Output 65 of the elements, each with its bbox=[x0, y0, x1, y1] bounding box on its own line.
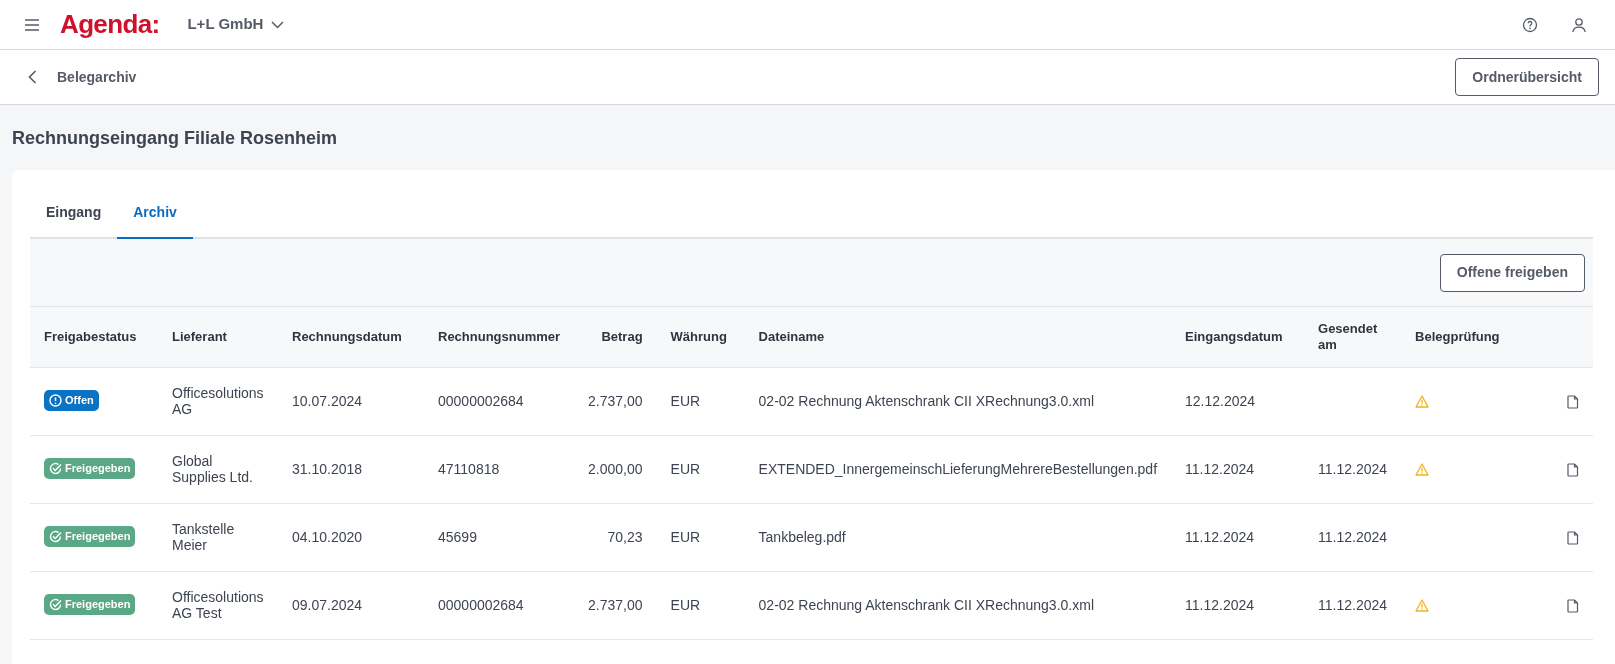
filename-cell: 02-02 Rechnung Aktenschrank CII XRechnung3.0.xml bbox=[758, 393, 1094, 409]
received-date-cell: 11.12.2024 bbox=[1185, 597, 1255, 613]
tab[interactable]: Eingang bbox=[30, 188, 118, 239]
company-selector[interactable]: L+L GmbH bbox=[187, 13, 285, 36]
sent-date-cell: 11.12.2024 bbox=[1318, 597, 1388, 613]
amount-cell: 2.737,00 bbox=[588, 597, 643, 613]
user-icon[interactable] bbox=[1571, 16, 1587, 33]
column-header: Betrag bbox=[574, 307, 657, 367]
help-icon[interactable] bbox=[1522, 16, 1538, 33]
invoice-date-cell: 10.07.2024 bbox=[292, 393, 363, 409]
invoice-number-cell: 00000002684 bbox=[438, 597, 524, 613]
filename-cell: Tankbeleg.pdf bbox=[758, 529, 846, 545]
approve-open-button[interactable]: Offene freigeben bbox=[1439, 253, 1585, 292]
status-badge: Offen bbox=[44, 389, 99, 411]
supplier-cell: Tankstelle Meier bbox=[172, 521, 235, 553]
folder-overview-button[interactable]: Ordnerübersicht bbox=[1455, 58, 1599, 96]
column-header: Gesendet am bbox=[1304, 307, 1402, 367]
check-circle-icon bbox=[49, 461, 62, 475]
column-header: Belegprüfung bbox=[1401, 307, 1522, 367]
filename-cell: EXTENDED_InnergemeinschLieferungMehrereBestellungen.pdf bbox=[758, 461, 1158, 477]
info-icon bbox=[49, 393, 62, 407]
document-icon[interactable] bbox=[1567, 598, 1579, 613]
invoice-date-cell: 04.10.2020 bbox=[292, 529, 363, 545]
column-header: Rechnungsnummer bbox=[424, 307, 575, 367]
sent-date-cell: 11.12.2024 bbox=[1318, 529, 1388, 545]
filename-cell: 02-02 Rechnung Aktenschrank CII XRechnung3.0.xml bbox=[758, 597, 1094, 613]
amount-cell: 70,23 bbox=[607, 529, 643, 545]
column-header: Rechnungsdatum bbox=[278, 307, 424, 367]
document-icon[interactable] bbox=[1567, 394, 1579, 409]
invoice-number-cell: 45699 bbox=[438, 529, 477, 545]
column-header: Währung bbox=[656, 307, 745, 367]
received-date-cell: 12.12.2024 bbox=[1185, 393, 1256, 409]
invoice-date-cell: 09.07.2024 bbox=[292, 597, 363, 613]
currency-cell: EUR bbox=[670, 393, 701, 409]
invoice-number-cell: 47110818 bbox=[438, 461, 500, 477]
status-badge: Freigegeben bbox=[44, 593, 136, 615]
column-header: Lieferant bbox=[158, 307, 278, 367]
column-header: Dateiname bbox=[744, 307, 1172, 367]
received-date-cell: 11.12.2024 bbox=[1185, 461, 1255, 477]
logo: Agenda: bbox=[60, 8, 160, 41]
chevron-down-icon bbox=[271, 20, 285, 29]
back-icon[interactable] bbox=[28, 70, 37, 84]
amount-cell: 2.737,00 bbox=[588, 393, 643, 409]
menu-icon[interactable] bbox=[24, 18, 40, 31]
amount-cell: 2.000,00 bbox=[588, 461, 643, 477]
invoice-date-cell: 31.10.2018 bbox=[292, 461, 363, 477]
breadcrumb-label: Belegarchiv bbox=[57, 67, 137, 87]
check-circle-icon bbox=[49, 597, 62, 611]
currency-cell: EUR bbox=[670, 461, 701, 477]
document-icon[interactable] bbox=[1567, 530, 1579, 545]
supplier-cell: Officesolutions AG Test bbox=[172, 589, 264, 621]
column-header: Freigabestatus bbox=[30, 307, 158, 367]
invoice-number-cell: 00000002684 bbox=[438, 393, 524, 409]
supplier-cell: Officesolutions AG bbox=[172, 385, 264, 417]
column-header: Eingangsdatum bbox=[1171, 307, 1305, 367]
page-title: Rechnungseingang Filiale Rosenheim bbox=[11, 127, 339, 150]
status-badge: Freigegeben bbox=[44, 525, 136, 547]
currency-cell: EUR bbox=[670, 529, 701, 545]
received-date-cell: 11.12.2024 bbox=[1185, 529, 1255, 545]
currency-cell: EUR bbox=[670, 597, 701, 613]
status-badge: Freigegeben bbox=[44, 457, 136, 479]
supplier-cell: Global Supplies Ltd. bbox=[172, 453, 253, 485]
document-icon[interactable] bbox=[1567, 462, 1579, 477]
sent-date-cell: 11.12.2024 bbox=[1318, 461, 1388, 477]
check-circle-icon bbox=[49, 529, 62, 543]
